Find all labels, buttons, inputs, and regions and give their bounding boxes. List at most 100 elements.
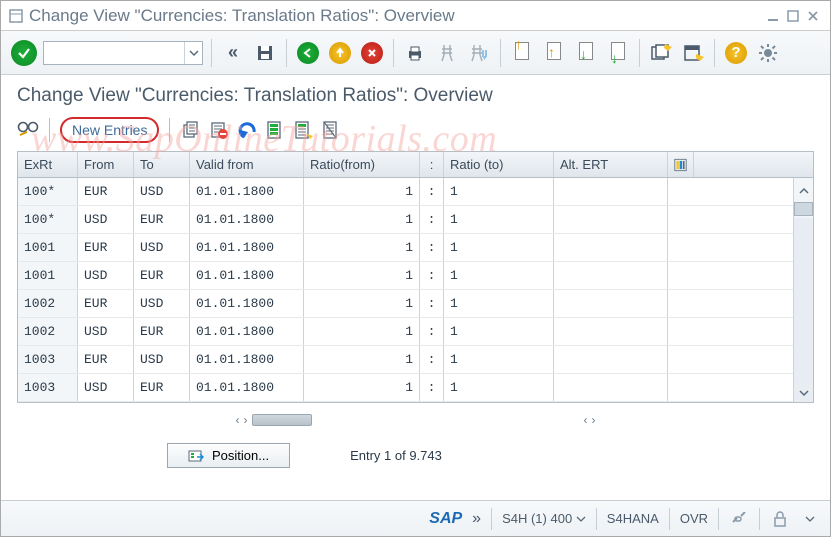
status-lock-icon[interactable] xyxy=(770,511,790,527)
cell-rfrom[interactable]: 1 xyxy=(304,234,420,261)
create-session-button[interactable] xyxy=(648,40,674,66)
position-button[interactable]: Position... xyxy=(167,443,290,468)
hscroll-thumb[interactable] xyxy=(252,414,312,426)
column-header-from[interactable]: From xyxy=(78,152,134,177)
column-header-to[interactable]: To xyxy=(134,152,190,177)
column-header-alt-ert[interactable]: Alt. ERT xyxy=(554,152,668,177)
hscroll-left-button[interactable]: ‹ xyxy=(236,413,240,427)
cell-from[interactable]: USD xyxy=(78,262,134,289)
cell-alt[interactable] xyxy=(554,262,668,289)
cell-colon[interactable]: : xyxy=(420,262,444,289)
cell-from[interactable]: EUR xyxy=(78,178,134,205)
scroll-track[interactable] xyxy=(794,218,813,384)
hscroll-right-button-2[interactable]: › xyxy=(592,413,596,427)
cell-exrt[interactable]: 1001 xyxy=(18,234,78,261)
first-page-button[interactable]: ↑ xyxy=(509,40,535,66)
column-header-configure[interactable] xyxy=(668,152,694,177)
find-next-button[interactable] xyxy=(466,40,492,66)
other-view-button[interactable] xyxy=(17,119,39,141)
cell-colon[interactable]: : xyxy=(420,374,444,401)
table-row[interactable]: 1002USDEUR01.01.18001:1 xyxy=(18,318,793,346)
cell-alt[interactable] xyxy=(554,318,668,345)
window-minimize-button[interactable] xyxy=(764,7,782,25)
back-button[interactable]: « xyxy=(220,40,246,66)
cell-from[interactable]: EUR xyxy=(78,346,134,373)
cell-valid[interactable]: 01.01.1800 xyxy=(190,374,304,401)
scroll-up-button[interactable] xyxy=(794,182,813,200)
cell-colon[interactable]: : xyxy=(420,234,444,261)
exit-circle-button[interactable] xyxy=(327,40,353,66)
scroll-down-button[interactable] xyxy=(794,384,813,402)
column-header-ratio-to[interactable]: Ratio (to) xyxy=(444,152,554,177)
cell-rfrom[interactable]: 1 xyxy=(304,318,420,345)
cell-alt[interactable] xyxy=(554,206,668,233)
new-entries-button[interactable]: New Entries xyxy=(60,117,159,143)
delete-button[interactable] xyxy=(208,119,230,141)
cell-colon[interactable]: : xyxy=(420,346,444,373)
cell-from[interactable]: USD xyxy=(78,206,134,233)
hscroll-left-button-2[interactable]: ‹ xyxy=(584,413,588,427)
cell-valid[interactable]: 01.01.1800 xyxy=(190,346,304,373)
cell-rto[interactable]: 1 xyxy=(444,290,554,317)
find-button[interactable] xyxy=(434,40,460,66)
command-dropdown-button[interactable] xyxy=(184,42,202,64)
select-block-button[interactable] xyxy=(292,119,314,141)
cell-from[interactable]: USD xyxy=(78,374,134,401)
table-row[interactable]: 1003EURUSD01.01.18001:1 xyxy=(18,346,793,374)
customize-layout-button[interactable] xyxy=(755,40,781,66)
status-expand-button[interactable]: » xyxy=(472,510,481,528)
cell-to[interactable]: EUR xyxy=(134,318,190,345)
status-dropdown-icon[interactable] xyxy=(800,514,820,524)
cell-rfrom[interactable]: 1 xyxy=(304,262,420,289)
cell-alt[interactable] xyxy=(554,374,668,401)
window-menu-icon[interactable] xyxy=(9,9,23,23)
cell-exrt[interactable]: 1003 xyxy=(18,346,78,373)
cell-exrt[interactable]: 100* xyxy=(18,206,78,233)
undo-button[interactable] xyxy=(236,119,258,141)
command-field[interactable] xyxy=(43,41,203,65)
cell-to[interactable]: EUR xyxy=(134,206,190,233)
column-header-ratio-from[interactable]: Ratio(from) xyxy=(304,152,420,177)
cell-exrt[interactable]: 1002 xyxy=(18,318,78,345)
help-button[interactable]: ? xyxy=(723,40,749,66)
cell-to[interactable]: USD xyxy=(134,290,190,317)
cell-valid[interactable]: 01.01.1800 xyxy=(190,262,304,289)
back-circle-button[interactable] xyxy=(295,40,321,66)
vertical-scrollbar[interactable] xyxy=(793,178,813,402)
column-header-exrt[interactable]: ExRt xyxy=(18,152,78,177)
cell-valid[interactable]: 01.01.1800 xyxy=(190,290,304,317)
column-header-valid-from[interactable]: Valid from xyxy=(190,152,304,177)
table-row[interactable]: 100*USDEUR01.01.18001:1 xyxy=(18,206,793,234)
table-row[interactable]: 1002EURUSD01.01.18001:1 xyxy=(18,290,793,318)
table-row[interactable]: 100*EURUSD01.01.18001:1 xyxy=(18,178,793,206)
cell-exrt[interactable]: 1002 xyxy=(18,290,78,317)
horizontal-scrollbar[interactable]: ‹ › ‹ › xyxy=(17,409,814,437)
cell-to[interactable]: USD xyxy=(134,346,190,373)
cell-valid[interactable]: 01.01.1800 xyxy=(190,318,304,345)
prev-page-button[interactable]: ↑ xyxy=(541,40,567,66)
cell-exrt[interactable]: 1003 xyxy=(18,374,78,401)
cell-rfrom[interactable]: 1 xyxy=(304,206,420,233)
cell-rfrom[interactable]: 1 xyxy=(304,346,420,373)
cell-rto[interactable]: 1 xyxy=(444,374,554,401)
cell-to[interactable]: EUR xyxy=(134,262,190,289)
cell-rto[interactable]: 1 xyxy=(444,234,554,261)
cell-rfrom[interactable]: 1 xyxy=(304,374,420,401)
cell-to[interactable]: EUR xyxy=(134,374,190,401)
window-close-button[interactable] xyxy=(804,7,822,25)
cell-from[interactable]: EUR xyxy=(78,290,134,317)
hscroll-right-button[interactable]: › xyxy=(244,413,248,427)
cancel-circle-button[interactable] xyxy=(359,40,385,66)
cell-from[interactable]: EUR xyxy=(78,234,134,261)
status-system[interactable]: S4H (1) 400 xyxy=(502,511,586,526)
save-button[interactable] xyxy=(252,40,278,66)
deselect-all-button[interactable] xyxy=(320,119,342,141)
cell-alt[interactable] xyxy=(554,346,668,373)
last-page-button[interactable]: ↓ xyxy=(605,40,631,66)
status-link-icon[interactable] xyxy=(729,512,749,526)
copy-as-button[interactable] xyxy=(180,119,202,141)
cell-colon[interactable]: : xyxy=(420,290,444,317)
table-row[interactable]: 1001EURUSD01.01.18001:1 xyxy=(18,234,793,262)
select-all-button[interactable] xyxy=(264,119,286,141)
table-row[interactable]: 1001USDEUR01.01.18001:1 xyxy=(18,262,793,290)
